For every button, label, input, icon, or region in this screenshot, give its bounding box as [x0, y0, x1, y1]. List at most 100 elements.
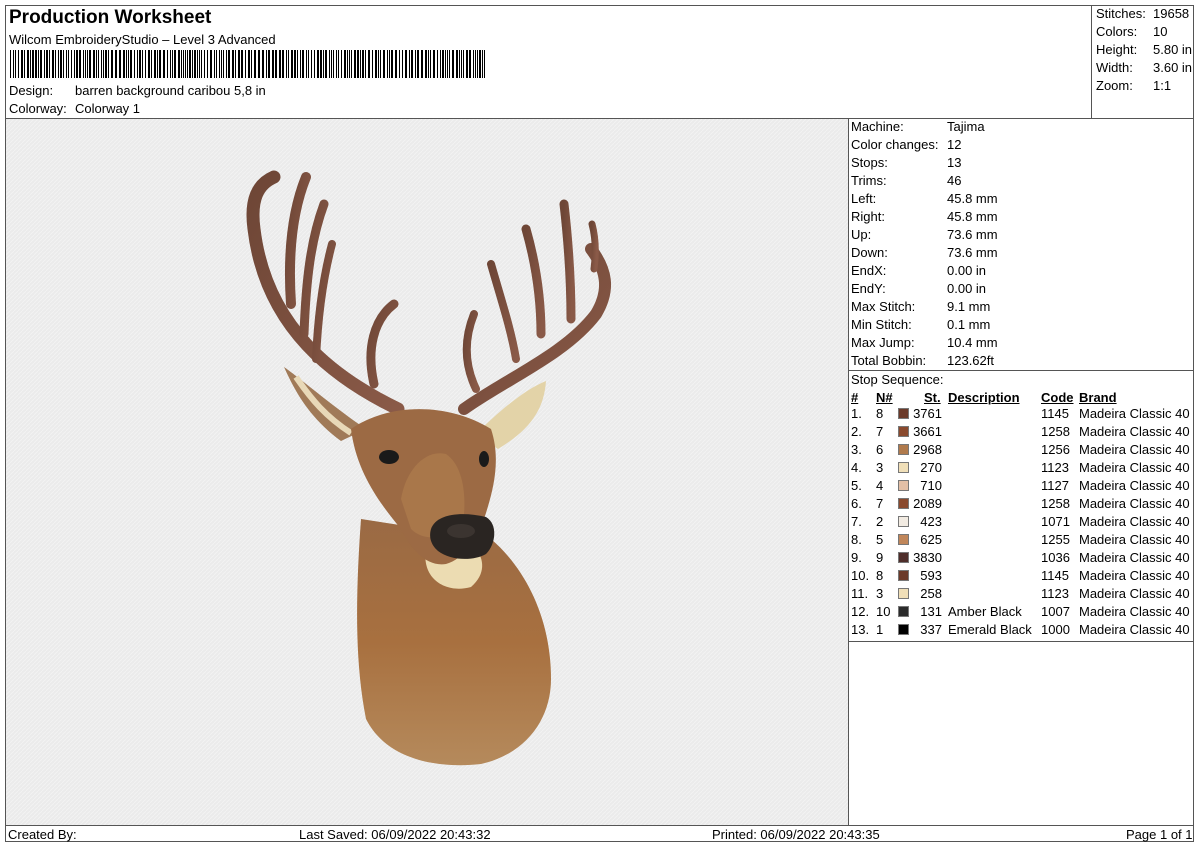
color-swatch	[898, 534, 909, 545]
thread-brand: Madeira Classic 40	[1079, 424, 1190, 439]
stitch-count: 3830	[913, 550, 942, 565]
machine-row: Machine: Tajima	[851, 119, 985, 134]
thread-code: 1145	[1041, 406, 1069, 421]
col-header-needle: N#	[876, 390, 893, 405]
table-row: 7. 2 423 1071 Madeira Classic 40	[849, 513, 1194, 531]
row-number: 3.	[851, 442, 862, 457]
table-row: 9. 9 3830 1036 Madeira Classic 40	[849, 549, 1194, 567]
deer-head-embroidery-image	[6, 119, 848, 825]
max-stitch-row: Max Stitch: 9.1 mm	[851, 299, 991, 314]
needle-number: 3	[876, 586, 884, 601]
thread-brand: Madeira Classic 40	[1079, 550, 1190, 565]
thread-brand: Madeira Classic 40	[1079, 604, 1190, 619]
color-swatch	[898, 624, 909, 635]
thread-code: 1000	[1041, 622, 1070, 637]
stitch-count: 3661	[913, 424, 942, 439]
color-swatch	[898, 498, 909, 509]
stats-panel: Stitches: 19658 Colors: 10 Height: 5.80 in …	[1091, 5, 1195, 118]
thread-brand: Madeira Classic 40	[1079, 514, 1190, 529]
total-bobbin-row: Total Bobbin: 123.62ft	[851, 353, 994, 368]
thread-code: 1123	[1041, 460, 1069, 475]
down-row: Down: 73.6 mm	[851, 245, 998, 260]
stat-height: Height: 5.80 in	[1096, 42, 1193, 57]
color-swatch	[898, 552, 909, 563]
header: Production Worksheet Wilcom EmbroiderySt…	[6, 6, 1091, 118]
needle-number: 1	[876, 622, 884, 637]
row-number: 8.	[851, 532, 862, 547]
thread-brand: Madeira Classic 40	[1079, 496, 1190, 511]
design-preview	[6, 119, 848, 825]
thread-description: Amber Black	[948, 604, 1022, 619]
thread-code: 1123	[1041, 586, 1069, 601]
needle-number: 6	[876, 442, 884, 457]
software-subtitle: Wilcom EmbroideryStudio – Level 3 Advanc…	[9, 32, 276, 47]
stop-sequence-divider	[849, 370, 1194, 371]
footer-divider	[5, 825, 1194, 826]
thread-code: 1007	[1041, 604, 1070, 619]
thread-brand: Madeira Classic 40	[1079, 568, 1190, 583]
table-row: 1. 8 3761 1145 Madeira Classic 40	[849, 405, 1194, 423]
color-swatch	[898, 516, 909, 527]
page-number: Page 1 of 1	[1126, 827, 1193, 842]
printed-date: Printed: 06/09/2022 20:43:35	[712, 827, 880, 842]
colorway-value: Colorway 1	[75, 101, 141, 116]
needle-number: 10	[876, 604, 891, 619]
thread-code: 1071	[1041, 514, 1070, 529]
thread-description: Emerald Black	[948, 622, 1032, 637]
stat-zoom: Zoom: 1:1	[1096, 78, 1172, 93]
thread-brand: Madeira Classic 40	[1079, 406, 1190, 421]
row-number: 11.	[851, 586, 869, 601]
created-by: Created By:	[8, 827, 77, 842]
col-header-code: Code	[1041, 390, 1074, 405]
row-number: 9.	[851, 550, 862, 565]
endy-row: EndY: 0.00 in	[851, 281, 987, 296]
needle-number: 5	[876, 532, 884, 547]
thread-code: 1258	[1041, 424, 1070, 439]
stop-sequence-title: Stop Sequence:	[851, 372, 944, 387]
table-end-divider	[849, 641, 1194, 642]
stitch-count: 258	[920, 586, 942, 601]
stitch-count: 131	[920, 604, 942, 619]
col-header-stitches: St.	[924, 390, 941, 405]
table-row: 12. 10 131 Amber Black 1007 Madeira Classic 4…	[849, 603, 1194, 621]
stitch-count: 423	[920, 514, 942, 529]
color-swatch	[898, 606, 909, 617]
needle-number: 7	[876, 496, 884, 511]
table-row: 6. 7 2089 1258 Madeira Classic 40	[849, 495, 1194, 513]
color-changes-row: Color changes: 12	[851, 137, 962, 152]
page-title: Production Worksheet	[9, 7, 212, 28]
needle-number: 7	[876, 424, 884, 439]
color-swatch	[898, 462, 909, 473]
table-row: 13. 1 337 Emerald Black 1000 Madeira Classic …	[849, 621, 1194, 639]
col-header-brand: Brand	[1079, 390, 1117, 405]
thread-brand: Madeira Classic 40	[1079, 622, 1190, 637]
endx-row: EndX: 0.00 in	[851, 263, 987, 278]
color-swatch	[898, 480, 909, 491]
row-number: 2.	[851, 424, 862, 439]
min-stitch-row: Min Stitch: 0.1 mm	[851, 317, 991, 332]
design-label: Design:	[9, 83, 54, 98]
stitch-count: 270	[920, 460, 942, 475]
thread-brand: Madeira Classic 40	[1079, 460, 1190, 475]
color-swatch	[898, 408, 909, 419]
needle-number: 8	[876, 406, 884, 421]
col-header-num: #	[851, 390, 859, 405]
row-number: 12.	[851, 604, 870, 619]
thread-code: 1127	[1041, 478, 1069, 493]
thread-code: 1145	[1041, 568, 1069, 583]
stitch-count: 337	[920, 622, 942, 637]
stitch-count: 710	[920, 478, 942, 493]
last-saved: Last Saved: 06/09/2022 20:43:32	[299, 827, 491, 842]
thread-code: 1256	[1041, 442, 1070, 457]
thread-brand: Madeira Classic 40	[1079, 532, 1190, 547]
row-number: 7.	[851, 514, 862, 529]
table-row: 11. 3 258 1123 Madeira Classic 40	[849, 585, 1194, 603]
colorway-label: Colorway:	[9, 101, 67, 116]
color-swatch	[898, 570, 909, 581]
left-row: Left: 45.8 mm	[851, 191, 998, 206]
table-row: 2. 7 3661 1258 Madeira Classic 40	[849, 423, 1194, 441]
stitch-count: 2089	[913, 496, 942, 511]
table-row: 10. 8 593 1145 Madeira Classic 40	[849, 567, 1194, 585]
max-jump-row: Max Jump: 10.4 mm	[851, 335, 998, 350]
stops-row: Stops: 13	[851, 155, 962, 170]
